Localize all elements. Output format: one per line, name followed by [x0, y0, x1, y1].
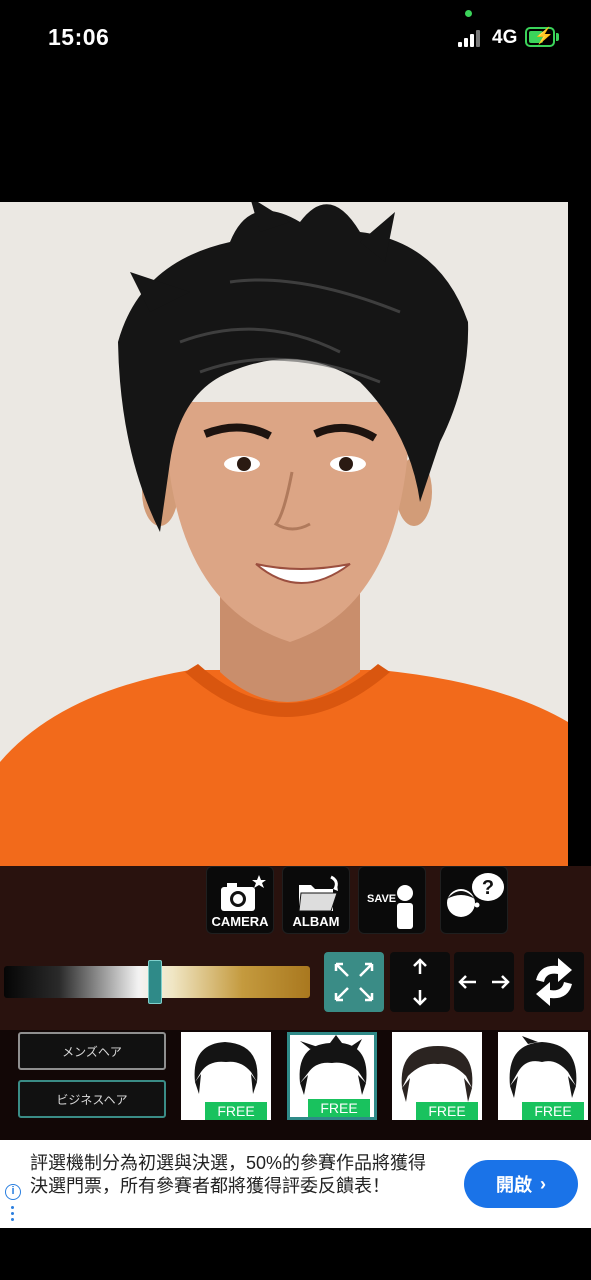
save-button[interactable]: SAVE	[358, 866, 426, 934]
business-hair-button[interactable]: ビジネスヘア	[18, 1080, 166, 1118]
vertical-arrows-icon	[413, 958, 427, 1006]
horizontal-arrows-icon	[458, 975, 510, 989]
status-time: 15:06	[48, 24, 110, 50]
ad-open-label: 開啟	[496, 1175, 532, 1195]
signal-icon	[458, 29, 484, 47]
hairstyle-tile-selected[interactable]: FREE	[287, 1032, 377, 1120]
move-horizontal-button[interactable]	[454, 952, 514, 1012]
chevron-right-icon: ›	[540, 1173, 546, 1194]
hairstyle-tile[interactable]: FREE	[181, 1032, 271, 1120]
ad-banner[interactable]: i 評選機制分為初選與決選，50%的參賽作品將獲得決選門票，所有參賽者都將獲得評…	[0, 1140, 591, 1228]
svg-text:?: ?	[482, 877, 494, 899]
status-bar: 15:06 4G ⚡	[0, 0, 591, 80]
refresh-icon	[536, 958, 572, 1006]
album-button[interactable]: ALBAM	[282, 866, 350, 934]
album-label: ALBAM	[292, 914, 340, 929]
hairstyle-tile[interactable]: FREE	[392, 1032, 482, 1120]
info-icon[interactable]: i	[5, 1184, 21, 1200]
resize-button[interactable]	[324, 952, 384, 1012]
hairstyle-tile[interactable]: FREE	[498, 1032, 588, 1120]
privacy-indicator	[465, 10, 472, 17]
controls-panel: CAMERA ALBAM SAVE ? メンズヘア ビジネスヘア FREE FR…	[0, 866, 591, 1140]
free-badge: FREE	[522, 1102, 584, 1120]
help-button[interactable]: ?	[440, 866, 508, 934]
move-vertical-button[interactable]	[390, 952, 450, 1012]
help-icon: ?	[447, 873, 504, 917]
mens-hair-button[interactable]: メンズヘア	[18, 1032, 166, 1070]
free-badge: FREE	[205, 1102, 267, 1120]
ad-open-button[interactable]: 開啟 ›	[464, 1160, 578, 1208]
ad-text: 評選機制分為初選與決選，50%的參賽作品將獲得決選門票，所有參賽者都將獲得評委反…	[30, 1153, 427, 1196]
expand-icon	[334, 962, 374, 1002]
flip-button[interactable]	[524, 952, 584, 1012]
free-badge: FREE	[308, 1099, 370, 1117]
camera-button[interactable]: CAMERA	[206, 866, 274, 934]
bottom-bar	[0, 1228, 591, 1280]
network-type: 4G	[492, 27, 518, 48]
save-label: SAVE	[367, 893, 397, 905]
hair-color-slider-thumb[interactable]	[148, 960, 162, 1004]
free-badge: FREE	[416, 1102, 478, 1120]
ad-options-icon	[11, 1206, 14, 1224]
photo-preview[interactable]	[0, 202, 568, 866]
camera-label: CAMERA	[211, 914, 269, 929]
battery-icon: ⚡	[525, 27, 555, 47]
